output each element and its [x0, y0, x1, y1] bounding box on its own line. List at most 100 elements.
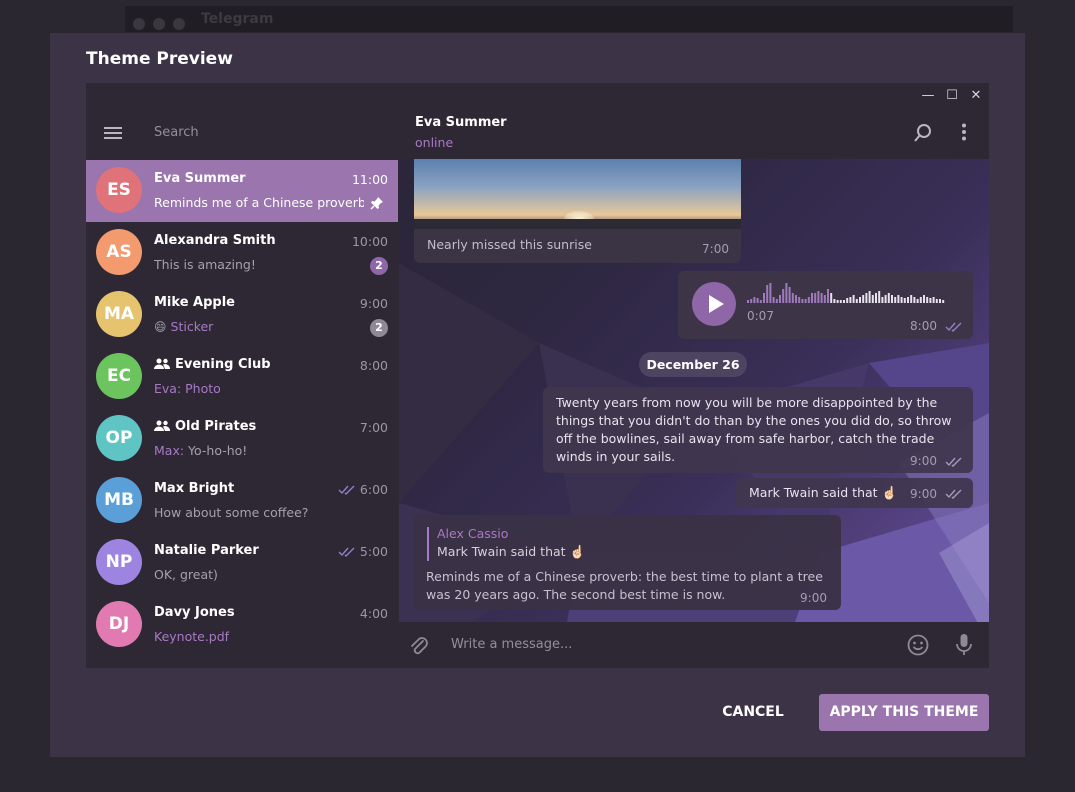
- chat-last-message: OK, great): [154, 567, 366, 582]
- waveform-bar: [913, 297, 916, 303]
- waveform-bar: [807, 297, 810, 303]
- waveform-bar: [891, 295, 893, 303]
- waveform-bar: [798, 297, 801, 303]
- waveform-bar: [817, 291, 820, 303]
- window-dot-icon: [153, 18, 165, 30]
- message-time: 9:00: [910, 454, 937, 468]
- waveform-bar: [788, 287, 791, 303]
- ground-shape: [414, 219, 741, 229]
- chat-last-message: Keynote.pdf: [154, 629, 366, 644]
- reply-author[interactable]: Alex Cassio: [437, 526, 508, 541]
- waveform-bar: [839, 300, 842, 303]
- chat-header: Eva Summer online: [399, 83, 989, 159]
- search-input[interactable]: Search: [154, 125, 199, 140]
- avatar: NP: [96, 539, 142, 585]
- text-message[interactable]: Twenty years from now you will be more d…: [543, 387, 973, 473]
- waveform-bar: [772, 297, 775, 303]
- chat-item[interactable]: OP Old Pirates 7:00 Max: Yo-ho-ho!: [86, 408, 398, 470]
- waveform-bar: [830, 293, 833, 303]
- message-time: 9:00: [910, 487, 937, 501]
- waveform-bar: [894, 297, 897, 303]
- theme-preview-window: Search ES Eva Summer 11:00 Reminds me of a …: [86, 83, 989, 668]
- double-check-icon: [945, 489, 962, 499]
- waveform-bar: [801, 299, 804, 303]
- message-preview: Yo-ho-ho!: [188, 443, 248, 458]
- close-icon[interactable]: ✕: [968, 88, 984, 103]
- chat-item[interactable]: MA Mike Apple 9:00 😄 Sticker 2: [86, 284, 398, 346]
- chat-time: 9:00: [359, 296, 388, 311]
- waveform-bar: [923, 295, 925, 303]
- waveform-bar: [897, 295, 900, 303]
- waveform-bar: [865, 293, 868, 303]
- waveform-bar: [747, 300, 749, 303]
- chat-time: 6:00: [359, 482, 388, 497]
- chat-time: 10:00: [351, 234, 388, 249]
- chat-last-message: 😄 Sticker: [154, 319, 366, 334]
- play-button[interactable]: [692, 282, 736, 326]
- reply-message[interactable]: Alex Cassio Mark Twain said that ☝🏻 Remi…: [413, 515, 841, 610]
- more-vertical-icon[interactable]: [961, 123, 967, 141]
- chat-last-message: Eva: Photo: [154, 381, 366, 396]
- waveform-bar: [868, 291, 871, 303]
- chat-item[interactable]: MB Max Bright 6:00 How about some coffee?: [86, 470, 398, 532]
- avatar: DJ: [96, 601, 142, 647]
- waveform[interactable]: [747, 283, 947, 303]
- waveform-bar: [804, 299, 807, 303]
- waveform-bar: [827, 289, 829, 303]
- message-preview: Photo: [185, 381, 221, 396]
- chat-name: Davy Jones: [154, 605, 235, 620]
- waveform-bar: [919, 297, 922, 303]
- chat-last-message: How about some coffee?: [154, 505, 366, 520]
- waveform-bar: [823, 295, 826, 303]
- theme-preview-dialog: Theme Preview Search ES Eva Summer 11:00 Re…: [50, 33, 1025, 757]
- message-preview: Sticker: [170, 319, 214, 334]
- text-message[interactable]: Mark Twain said that ☝🏻 9:00: [736, 478, 973, 508]
- waveform-bar: [939, 299, 941, 303]
- chat-item[interactable]: AS Alexandra Smith 10:00 This is amazing! 2: [86, 222, 398, 284]
- attach-icon[interactable]: [409, 635, 429, 657]
- waveform-bar: [775, 299, 778, 303]
- chat-last-message: This is amazing!: [154, 257, 366, 272]
- apply-theme-button[interactable]: APPLY THIS THEME: [819, 694, 989, 731]
- avatar: AS: [96, 229, 142, 275]
- peer-status: online: [415, 135, 454, 150]
- chat-time: 7:00: [359, 420, 388, 435]
- message-time: 8:00: [910, 319, 937, 333]
- waveform-bar: [814, 293, 817, 303]
- chat-list: ES Eva Summer 11:00 Reminds me of a Chinese…: [86, 160, 398, 656]
- message-text: Mark Twain said that ☝🏻: [749, 485, 898, 500]
- photo-caption: Nearly missed this sunrise: [427, 237, 592, 252]
- emoji-icon[interactable]: [907, 634, 929, 656]
- waveform-bar: [791, 293, 794, 303]
- waveform-bar: [763, 293, 765, 303]
- chat-name: Max Bright: [154, 481, 235, 496]
- message-composer: Write a message...: [399, 622, 989, 668]
- menu-icon[interactable]: [104, 127, 122, 139]
- maximize-icon[interactable]: ☐: [944, 88, 960, 103]
- group-icon: [154, 358, 170, 369]
- chat-item[interactable]: ES Eva Summer 11:00 Reminds me of a Chinese…: [86, 160, 398, 222]
- waveform-bar: [843, 300, 845, 303]
- microphone-icon[interactable]: [955, 633, 973, 657]
- message-preview: How about some coffee?: [154, 505, 309, 520]
- minimize-icon[interactable]: —: [920, 88, 936, 103]
- peer-name[interactable]: Eva Summer: [415, 115, 507, 130]
- waveform-bar: [935, 299, 938, 303]
- message-input[interactable]: Write a message...: [451, 637, 572, 652]
- waveform-bar: [836, 300, 839, 303]
- cancel-button[interactable]: CANCEL: [709, 694, 797, 731]
- chat-item[interactable]: DJ Davy Jones 4:00 Keynote.pdf: [86, 594, 398, 656]
- avatar: ES: [96, 167, 142, 213]
- chat-item[interactable]: EC Evening Club 8:00 Eva: Photo: [86, 346, 398, 408]
- chat-last-message: Reminds me of a Chinese proverb: the bes…: [154, 195, 364, 210]
- search-icon[interactable]: [913, 123, 933, 143]
- waveform-bar: [811, 293, 813, 303]
- waveform-bar: [884, 295, 887, 303]
- double-check-icon: [945, 322, 962, 332]
- sunrise-photo[interactable]: [414, 159, 741, 229]
- photo-message[interactable]: Nearly missed this sunrise 7:00: [414, 159, 741, 263]
- window-dot-icon: [173, 18, 185, 30]
- chat-item[interactable]: NP Natalie Parker 5:00 OK, great): [86, 532, 398, 594]
- message-time: 7:00: [702, 242, 729, 256]
- unread-badge: 2: [370, 257, 388, 275]
